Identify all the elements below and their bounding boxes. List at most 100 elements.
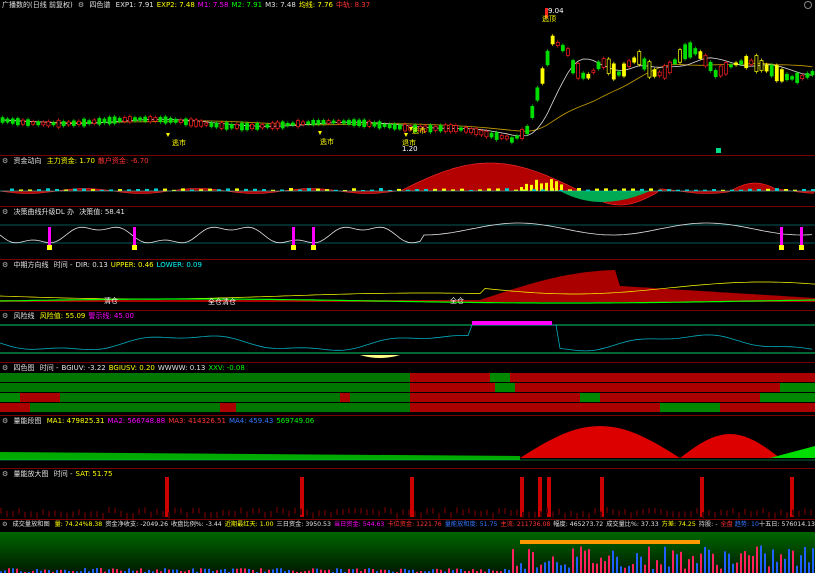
fund-title: 资金动向 [13,157,42,165]
fund-flow-panel[interactable]: ⚙ 资金动向 主力资金: 1.70 散户资金: -6.70 [0,156,815,206]
candle-body [270,122,275,129]
volume-title: 量能段图 [13,417,42,425]
color4-header: ⚙ 四色图 时间 - BGIUV: -3.22 BGIUSV: 0.20 WWWW: … [2,363,251,373]
settings-icon[interactable]: ⚙ [2,157,8,165]
risk-header: ⚙ 风险线 风险值: 55.09 警示线: 45.00 [2,311,140,321]
param-value: 中轨: 8.37 [335,1,371,9]
risk-title: 风险线 [13,312,35,320]
four-color-panel[interactable]: ⚙ 四色图 时间 - BGIUV: -3.22 BGIUSV: 0.20 WWWW: … [0,363,815,415]
fund-small-bar [784,188,788,191]
candle-body [92,119,97,124]
amplify-noise [402,509,404,516]
amplify-noise [168,512,170,519]
amplify-noise [144,507,146,514]
fund-small-bar [73,188,77,191]
signal-bar [800,227,803,245]
candle-body [296,120,300,128]
fund-small-bar [595,188,599,191]
candle-body [448,124,453,133]
param-value: BGIUV: -3.22 [61,364,106,372]
amplify-noise [114,507,116,514]
param-value: 量: 74.24%8.38 [54,521,103,528]
volume-bar [724,551,726,573]
candle-body [504,135,509,140]
amplify-noise [180,508,182,515]
amplify-noise [738,512,740,519]
volume-bar [528,549,530,573]
amplify-noise [318,510,320,517]
volume-bar [752,555,754,573]
volume-bar [600,557,602,573]
amplify-noise [552,511,554,518]
risk-line-panel[interactable]: ⚙ 风险线 风险值: 55.09 警示线: 45.00 [0,311,815,362]
volume-bar [652,568,654,573]
fund-header: ⚙ 资金动向 主力资金: 1.70 散户资金: -6.70 [2,156,155,166]
settings-icon[interactable]: ⚙ [2,521,8,528]
volume-harmony-panel[interactable]: ⚙ 成交量放和图 量: 74.24%8.38 资金净收支: -2049.26 收盘比… [0,520,815,573]
turn-header: ⚙ 决策曲线升级DL 办 决策值: 58.41 [2,207,131,217]
volume-bar [260,568,262,573]
volume-bar [84,568,86,573]
param-value: MA4: 459.43 [228,417,274,425]
amplify-noise [396,512,398,519]
volume-amplify-chart[interactable] [0,469,815,519]
settings-icon[interactable]: ⚙ [2,312,8,320]
amplify-noise [714,511,716,518]
settings-icon[interactable]: ⚙ [2,208,8,216]
candle-body [87,120,92,125]
fund-bar [520,186,523,191]
param-value: LOWER: 0.09 [156,261,202,269]
volume-bar [544,562,546,573]
decision-curve-panel[interactable]: ⚙ 决策曲线升级DL 办 决策值: 58.41 [0,207,815,259]
amplify-noise [558,508,560,515]
volume-bar [404,568,406,573]
amplify-noise [630,512,632,519]
color-band [600,393,760,402]
candle-body [774,65,779,82]
candle-body [723,62,728,75]
settings-icon[interactable]: ⚙ [78,1,84,9]
amplify-noise [750,511,752,518]
fund-small-bar [244,188,248,191]
volume-bar [716,564,718,573]
param-value: 时间 - [39,364,59,372]
settings-icon[interactable]: ⚙ [2,417,8,425]
amplify-noise [216,511,218,518]
candle-body [168,117,173,123]
volume-bar [220,569,222,573]
candle-body [642,58,647,70]
candle-body [184,118,188,126]
volume-green-area [0,452,520,460]
amplify-noise [774,512,776,519]
candlestick-chart[interactable] [0,0,815,155]
candle-body [127,116,132,123]
settings-icon[interactable]: ⚙ [2,470,8,478]
volume-segment-panel[interactable]: ⚙ 量能段图 MA1: 479825.31 MA2: 566748.88 MA3: … [0,416,815,468]
volume-amplify-panel[interactable]: ⚙ 量能放大图 时间 - SAT: 51.75 [0,469,815,519]
candle-body [805,73,810,78]
trend-direction-panel[interactable]: ⚙ 中期方向线 时间 - DIR: 0.13 UPPER: 0.46 LOWER: 0… [0,260,815,310]
fund-small-bar [757,188,761,191]
amplify-noise [672,511,674,518]
color-band [760,393,815,402]
settings-icon[interactable]: ⚙ [2,261,8,269]
settings-icon[interactable]: ⚙ [2,364,8,372]
volume-bar [364,569,366,573]
candle-body [148,116,153,123]
volume-bar [552,556,554,573]
volume-bar [708,549,710,573]
amplify-noise [624,509,626,516]
candle-body [499,135,504,139]
candle-body [255,123,260,130]
amplify-noise [726,510,728,517]
candle-body [153,117,158,122]
trend-title: 中期方向线 [13,261,49,269]
main-price-panel[interactable]: 广播数的(日线 前复权) ⚙ 四色谱 EXP1: 7.91 EXP2: 7.48 M… [0,0,815,155]
param-value: 三日资金: 3950.53 [276,521,331,528]
candle-body [199,120,204,127]
candle-body [56,119,61,128]
amplify-noise [24,511,26,518]
candle-body [749,59,754,65]
fund-small-bar [397,188,401,191]
candle-body [397,124,402,130]
